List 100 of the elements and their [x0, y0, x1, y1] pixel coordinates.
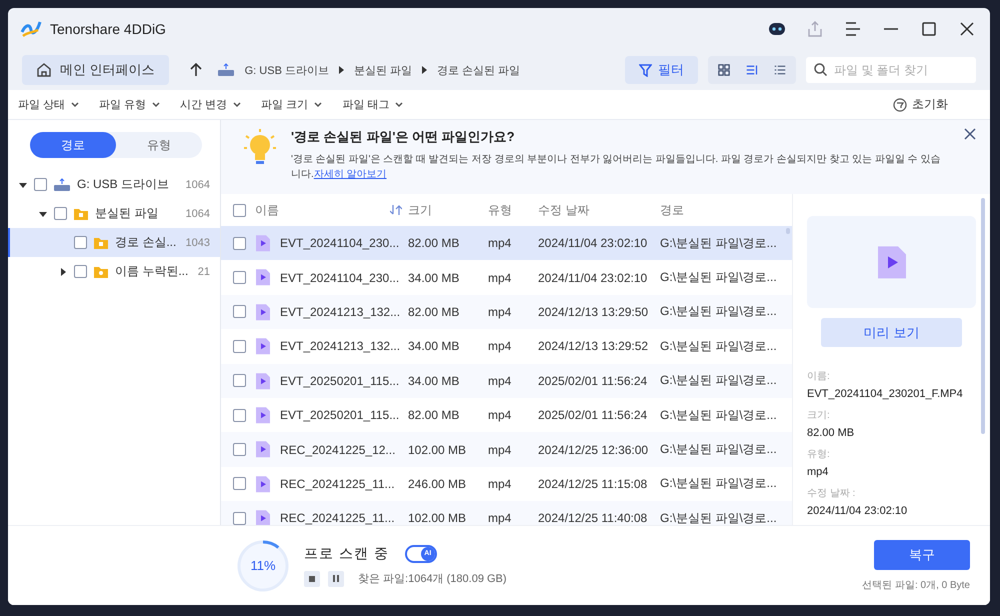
tree-item[interactable]: 이름 누락된... 21 [8, 257, 220, 286]
file-name: EVT_20241213_132... [280, 339, 402, 354]
file-name: EVT_20241213_132... [280, 304, 402, 319]
file-type: mp4 [488, 442, 512, 457]
video-file-icon [255, 406, 271, 424]
table-row[interactable]: REC_20241225_12... 102.00 MB mp4 2024/12/25 12:36:00 G:\분실된 파일\경로... [221, 432, 792, 467]
caret-right-icon [338, 66, 344, 74]
file-size: 34.00 MB [408, 270, 460, 285]
checkbox[interactable] [233, 374, 246, 388]
search-icon [814, 63, 827, 76]
filter-dropdown[interactable]: 시간 변경 [180, 97, 242, 112]
item-count: 1064 [186, 178, 210, 190]
table-row[interactable]: EVT_20241104_230... 82.00 MB mp4 2024/11/04 23:02:10 G:\분실된 파일\경로... [221, 226, 792, 260]
tree-item[interactable]: G: USB 드라이브 1064 [8, 170, 220, 199]
file-size: 246.00 MB [408, 476, 468, 491]
tab[interactable]: 유형 [116, 132, 202, 158]
file-type: mp4 [488, 511, 512, 525]
detail-value: 82.00 MB [807, 427, 856, 439]
checkbox[interactable] [34, 178, 47, 191]
selected-info: 선택된 파일: 0개, 0 Byte [862, 578, 970, 592]
video-file-icon [255, 474, 271, 494]
tree-item[interactable]: 분실된 파일 1064 [8, 199, 220, 228]
checkbox[interactable] [233, 340, 246, 353]
video-file-icon [255, 268, 271, 287]
checkbox[interactable] [233, 408, 246, 422]
checkbox[interactable] [74, 265, 87, 278]
reset-icon [893, 98, 907, 112]
video-file-icon [255, 509, 271, 525]
checkbox[interactable] [233, 271, 246, 284]
file-path: G:\분실된 파일\경로... [660, 234, 778, 252]
checkbox[interactable] [54, 207, 67, 220]
table-row[interactable]: EVT_20250201_115... 34.00 MB mp4 2025/02/01 11:56:24 G:\분실된 파일\경로... [221, 364, 792, 398]
item-count: 1064 [186, 208, 210, 220]
modified-date: 2024/12/13 13:29:50 [538, 304, 650, 319]
preview-button[interactable]: 미리 보기 [821, 318, 962, 347]
folder-icon [93, 264, 109, 278]
folder-icon [93, 236, 109, 250]
column-header[interactable]: 유형 [488, 202, 538, 218]
table-row[interactable]: EVT_20241213_132... 82.00 MB mp4 2024/12/13 13:29:50 G:\분실된 파일\경로... [221, 294, 792, 330]
filter-button[interactable]: 필터 [625, 56, 698, 84]
file-type: mp4 [488, 476, 512, 491]
checkbox[interactable] [233, 512, 246, 525]
filter-icon [639, 64, 652, 76]
tree-label: 경로 손실... [115, 234, 178, 251]
video-file-icon [255, 337, 271, 356]
recover-button[interactable]: 복구 [874, 540, 970, 570]
detail-view-icon [746, 63, 758, 77]
modified-date: 2024/12/25 12:36:00 [538, 442, 650, 457]
video-file-icon [255, 302, 271, 322]
close-icon[interactable] [964, 128, 978, 142]
tab[interactable]: 경로 [30, 132, 116, 158]
learn-more-link[interactable]: 자세히 알아보기 [314, 169, 387, 180]
drive-icon [216, 63, 235, 77]
checkbox[interactable] [233, 236, 246, 250]
checkbox[interactable] [74, 236, 87, 249]
stop-button[interactable] [304, 570, 320, 586]
filter-dropdown[interactable]: 파일 유형 [99, 97, 160, 112]
file-size: 82.00 MB [408, 408, 460, 422]
stop-icon [309, 576, 315, 582]
checkbox[interactable] [233, 305, 246, 318]
file-path: G:\분실된 파일\경로... [660, 269, 778, 286]
filter-dropdown[interactable]: 파일 크기 [261, 97, 322, 112]
scrollbar[interactable] [981, 198, 985, 434]
modified-date: 2024/12/25 11:15:08 [538, 476, 648, 491]
modified-date: 2024/12/25 11:40:08 [538, 511, 648, 525]
progress-text: 11% [250, 558, 276, 573]
list-view-icon [774, 63, 786, 77]
file-name: REC_20241225_11... [280, 511, 396, 525]
caret-icon[interactable] [58, 266, 68, 276]
column-header[interactable]: 이름 [255, 202, 408, 218]
file-size: 102.00 MB [408, 442, 468, 457]
item-count: 1043 [186, 236, 210, 248]
column-header[interactable]: 경로 [660, 202, 792, 218]
column-header[interactable]: 크기 [408, 202, 488, 218]
detail-label: 유형: [807, 448, 831, 461]
breadcrumb-item[interactable]: 경로 손실된 파일 [437, 62, 520, 78]
search-field[interactable]: 파일 및 폴더 찾기 [806, 57, 976, 83]
tree-item[interactable]: 경로 손실... 1043 [8, 228, 220, 257]
item-count: 21 [198, 266, 210, 278]
file-path: G:\분실된 파일\경로... [660, 338, 778, 355]
home-button[interactable]: 메인 인터페이스 [22, 55, 169, 85]
file-path: G:\분실된 파일\경로... [660, 372, 778, 390]
select-all-checkbox[interactable] [233, 204, 246, 216]
reset-button[interactable]: 초기화 [887, 95, 954, 114]
detail-value: EVT_20241104_230201_F.MP4 [807, 388, 964, 400]
file-name: REC_20241225_12... [280, 442, 396, 457]
caret-right-icon [422, 66, 428, 74]
breadcrumb-item[interactable]: G: USB 드라이브 [244, 62, 329, 78]
file-size: 102.00 MB [408, 511, 468, 525]
table-row[interactable]: REC_20241225_11... 102.00 MB mp4 2024/12/25 11:40:08 G:\분실된 파일\경로... [221, 501, 792, 525]
filter-dropdown[interactable]: 파일 태그 [342, 97, 404, 112]
breadcrumb-item[interactable]: 분실된 파일 [354, 62, 412, 78]
column-header[interactable]: 수정 날짜 [538, 202, 660, 218]
file-path: G:\분실된 파일\경로... [660, 406, 778, 424]
checkbox[interactable] [233, 477, 246, 490]
pause-button[interactable] [328, 570, 344, 586]
checkbox[interactable] [233, 443, 246, 456]
file-type: mp4 [488, 374, 512, 388]
filter-dropdown[interactable]: 파일 상태 [18, 97, 80, 112]
drive-icon [53, 178, 71, 192]
